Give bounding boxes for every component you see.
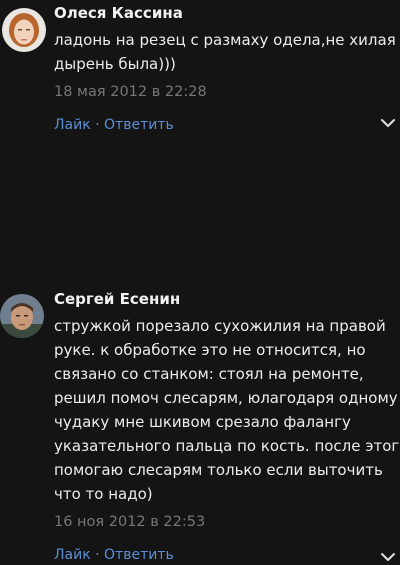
comment-text: стружкой порезало сухожилия на правой ру… [54,314,400,506]
comment-text-line: указательного пальца по кость. после это… [54,437,400,455]
comment-text-line: связано со станком: стоял на ремонте, [54,365,364,383]
comment-date: 16 ноя 2012 в 22:53 [54,514,206,530]
comment-item: Олеся Кассина ладонь на резец с размаху … [0,0,400,141]
avatar-photo-icon [0,294,44,338]
comment-actions: Лайк · Ответить [54,546,380,564]
actions-separator: · [90,117,105,133]
chevron-down-icon[interactable] [380,549,396,565]
comment-text-line: помогаю слесарям только если выточить [54,461,383,479]
comment-text-line: что то надо) [54,485,153,503]
comment-actions: Лайк · Ответить [54,116,380,134]
comment-text-line: стружкой порезало сухожилия на правой [54,317,386,335]
comment-date: 18 мая 2012 в 22:28 [54,84,207,100]
comment-item: Сергей Есенин стружкой порезало сухожили… [0,141,400,563]
actions-separator: · [90,547,105,563]
comment-text-line: чудаку мне шкивом срезало фалангу [54,413,351,431]
comment-text-line: руке. к обработке это не относится, но [54,341,366,359]
avatar[interactable] [2,8,46,52]
comment-author[interactable]: Сергей Есенин [54,288,380,310]
reply-button[interactable]: Ответить [104,117,174,133]
comment-text: ладонь на резец с размаху одела,не хилая… [54,28,396,76]
comment-text-line: решил помоч слесарям, юлагодаря одному [54,389,398,407]
comment-author[interactable]: Олеся Кассина [54,2,380,24]
reply-button[interactable]: Ответить [104,547,174,563]
avatar[interactable] [0,294,44,338]
comment-text-line: дырень была))) [54,55,176,73]
chevron-down-icon[interactable] [380,115,396,131]
like-button[interactable]: Лайк [54,547,91,563]
avatar-photo-icon [2,8,46,52]
comment-text-line: ладонь на резец с размаху одела,не хилая [54,31,396,49]
like-button[interactable]: Лайк [54,117,91,133]
